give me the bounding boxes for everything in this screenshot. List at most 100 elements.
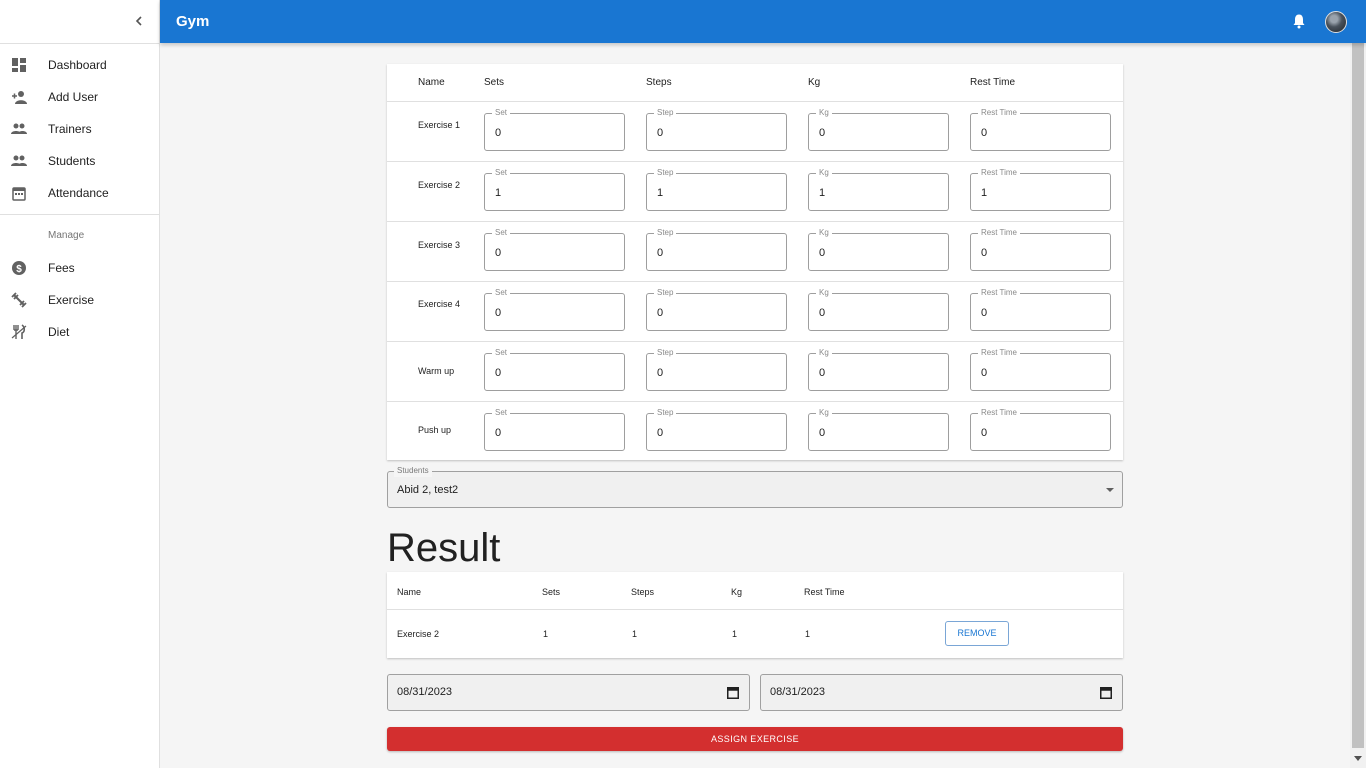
set-field[interactable]: Set 0 [484,287,625,331]
result-table: Name Sets Steps Kg Rest Time Exercise 2 … [387,572,1123,658]
sidebar-item-fees[interactable]: $ Fees [0,252,159,284]
kg-field[interactable]: Kg 0 [808,407,949,451]
scrollbar[interactable] [1350,43,1366,768]
notification-bell-icon[interactable] [1291,13,1307,29]
rest-time-field[interactable]: Rest Time 0 [970,407,1111,451]
sidebar-item-diet[interactable]: Diet [0,316,159,348]
field-label: Rest Time [978,347,1021,359]
table-row: Exercise 2 Set 1 Step 1 Kg 1 Rest Time 1 [387,161,1123,221]
chevron-left-icon[interactable] [132,14,146,28]
end-date-value: 08/31/2023 [770,686,826,698]
dollar-icon: $ [12,261,26,275]
field-value: 0 [819,247,826,259]
rest-time-field[interactable]: Rest Time 0 [970,347,1111,391]
step-field[interactable]: Step 0 [646,407,787,451]
scroll-down-arrow-icon[interactable] [1354,756,1362,761]
step-field[interactable]: Step 0 [646,287,787,331]
step-field[interactable]: Step 0 [646,227,787,271]
column-header-rest-time: Rest Time [804,587,845,597]
exercise-table: Name Sets Steps Kg Rest Time Exercise 1 … [387,64,1123,460]
result-name: Exercise 2 [397,629,440,639]
sidebar-item-add-user[interactable]: Add User [0,81,159,113]
exercise-name: Exercise 3 [418,240,461,250]
field-label: Kg [816,407,832,419]
result-rest-time: 1 [805,629,811,639]
field-label: Rest Time [978,407,1021,419]
step-field[interactable]: Step 0 [646,347,787,391]
kg-field[interactable]: Kg 0 [808,227,949,271]
column-header-sets: Sets [484,77,505,88]
sidebar-item-attendance[interactable]: Attendance [0,177,159,209]
sidebar-item-label: Add User [48,90,99,104]
table-row: Exercise 4 Set 0 Step 0 Kg 0 Rest Time 0 [387,281,1123,341]
exercise-name: Push up [418,425,452,435]
kg-field[interactable]: Kg 0 [808,347,949,391]
sidebar-item-exercise[interactable]: Exercise [0,284,159,316]
field-value: 0 [495,127,502,139]
people-icon [11,123,27,134]
sidebar-item-trainers[interactable]: Trainers [0,113,159,145]
sidebar-item-students[interactable]: Students [0,145,159,177]
field-value: 0 [819,127,826,139]
field-label: Set [492,347,511,359]
result-sets: 1 [543,629,549,639]
field-value: 0 [657,367,664,379]
field-value: 0 [495,307,502,319]
kg-field[interactable]: Kg 0 [808,107,949,151]
set-field[interactable]: Set 0 [484,407,625,451]
field-value: 0 [657,427,664,439]
dropdown-arrow-icon [1106,488,1114,492]
field-value: 0 [981,427,988,439]
rest-time-field[interactable]: Rest Time 0 [970,107,1111,151]
kg-field[interactable]: Kg 0 [808,287,949,331]
start-date-input[interactable]: 08/31/2023 [387,674,750,711]
set-field[interactable]: Set 0 [484,227,625,271]
field-label: Rest Time [978,287,1021,299]
assign-exercise-button[interactable]: ASSIGN EXERCISE [387,727,1123,751]
field-value: 1 [981,187,988,199]
set-field[interactable]: Set 0 [484,347,625,391]
sidebar-item-label: Dashboard [48,58,107,72]
calendar-icon[interactable] [727,686,739,699]
field-value: 0 [819,427,826,439]
field-value: 0 [981,367,988,379]
rest-time-field[interactable]: Rest Time 0 [970,227,1111,271]
students-select[interactable]: Students Abid 2, test2 [387,465,1123,508]
field-value: 0 [495,367,502,379]
field-label: Rest Time [978,227,1021,239]
rest-time-field[interactable]: Rest Time 0 [970,287,1111,331]
sidebar-item-dashboard[interactable]: Dashboard [0,49,159,81]
dashboard-icon [12,58,26,72]
table-row: Exercise 2 1 1 1 1 REMOVE [387,609,1123,658]
field-label: Kg [816,347,832,359]
sidebar-divider [0,214,159,215]
scrollbar-thumb[interactable] [1352,43,1364,748]
field-label: Step [654,347,677,359]
remove-button[interactable]: REMOVE [945,621,1009,646]
field-value: 0 [981,307,988,319]
step-field[interactable]: Step 1 [646,167,787,211]
field-value: 0 [657,247,664,259]
field-label: Set [492,287,511,299]
restaurant-icon [11,324,27,339]
app-bar: Gym [160,0,1366,43]
calendar-icon[interactable] [1100,686,1112,699]
field-label: Rest Time [978,107,1021,119]
end-date-input[interactable]: 08/31/2023 [760,674,1123,711]
rest-time-field[interactable]: Rest Time 1 [970,167,1111,211]
kg-field[interactable]: Kg 1 [808,167,949,211]
sidebar-item-label: Diet [48,325,70,339]
exercise-name: Exercise 1 [418,120,461,130]
field-value: 0 [819,367,826,379]
set-field[interactable]: Set 1 [484,167,625,211]
sidebar-item-label: Exercise [48,293,95,307]
set-field[interactable]: Set 0 [484,107,625,151]
column-header-name: Name [397,587,422,597]
field-label: Kg [816,167,832,179]
start-date-value: 08/31/2023 [397,686,453,698]
exercise-name: Warm up [418,366,455,376]
sidebar-item-label: Attendance [48,186,109,200]
table-row: Warm up Set 0 Step 0 Kg 0 Rest Time 0 [387,341,1123,401]
step-field[interactable]: Step 0 [646,107,787,151]
avatar[interactable] [1325,11,1347,33]
